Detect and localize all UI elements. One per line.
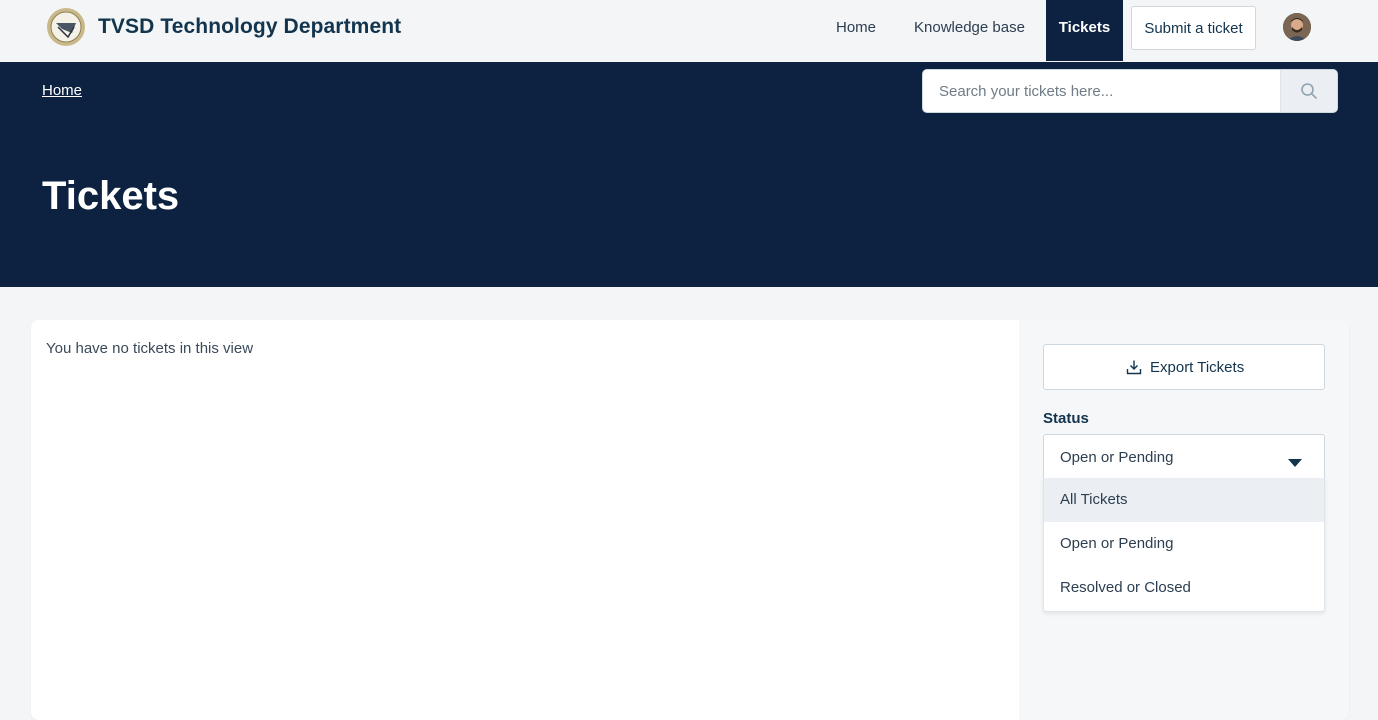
nav-home[interactable]: Home — [836, 0, 876, 56]
caret-down-icon — [1288, 454, 1302, 472]
search-icon — [1301, 83, 1317, 99]
status-option-resolved-or-closed[interactable]: Resolved or Closed — [1044, 566, 1324, 610]
status-filter-label: Status — [1043, 410, 1089, 427]
download-icon — [1126, 359, 1142, 379]
breadcrumb-home[interactable]: Home — [42, 82, 82, 99]
brand-title[interactable]: TVSD Technology Department — [98, 15, 401, 39]
status-option-open-or-pending[interactable]: Open or Pending — [1044, 522, 1324, 566]
search-button[interactable] — [1280, 70, 1337, 112]
status-options-list: All Tickets Open or Pending Resolved or … — [1043, 478, 1325, 612]
export-tickets-label: Export Tickets — [1150, 359, 1245, 376]
page-title: Tickets — [42, 174, 180, 218]
user-avatar[interactable] — [1283, 13, 1311, 41]
nav-knowledge-base[interactable]: Knowledge base — [914, 0, 1025, 56]
ticket-search — [922, 69, 1338, 113]
status-option-all-tickets[interactable]: All Tickets — [1044, 478, 1324, 522]
empty-state-message: You have no tickets in this view — [46, 340, 254, 357]
status-select[interactable]: Open or Pending — [1043, 434, 1325, 478]
filter-sidebar: Export Tickets Status Open or Pending Al… — [1019, 320, 1349, 720]
search-input[interactable] — [923, 70, 1281, 112]
top-header: TVSD Technology Department Home Knowledg… — [0, 0, 1378, 62]
nav-tickets[interactable]: Tickets — [1046, 0, 1123, 61]
tickets-card: You have no tickets in this view Export … — [31, 320, 1349, 720]
submit-ticket-button[interactable]: Submit a ticket — [1131, 6, 1256, 50]
status-selected-value: Open or Pending — [1060, 449, 1174, 466]
logo[interactable] — [46, 7, 86, 47]
hero-banner: Home Tickets — [0, 62, 1378, 287]
export-tickets-button[interactable]: Export Tickets — [1043, 344, 1325, 390]
